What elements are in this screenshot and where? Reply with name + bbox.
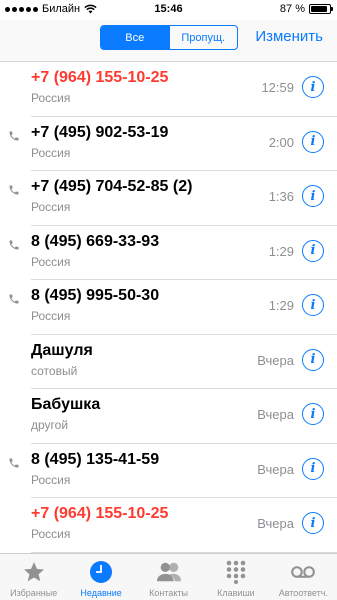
keypad-icon	[223, 559, 249, 585]
call-row[interactable]: +7 (964) 155-10-25 Россия Вчера i	[0, 498, 337, 553]
caller-label: Россия	[31, 145, 71, 160]
call-time: 1:29	[268, 243, 294, 259]
caller-name: +7 (495) 902-53-19	[31, 123, 169, 141]
edit-button[interactable]: Изменить	[255, 28, 323, 45]
call-row[interactable]: 8 (495) 669-33-93 Россия 1:29 i	[0, 226, 337, 281]
call-time: 1:36	[268, 189, 294, 204]
caller-name: 8 (495) 995-50-30	[31, 287, 160, 304]
info-icon[interactable]: i	[302, 457, 324, 480]
caller-label: сотовый	[31, 363, 78, 378]
call-time: Вчера	[257, 461, 294, 477]
call-row[interactable]: +7 (495) 704-52-85 (2) Россия 1:36 i	[0, 171, 337, 226]
recent-calls-list: +7 (964) 155-10-25 Россия 12:59 i +7 (495) 9…	[0, 62, 337, 553]
caller-label: Россия	[31, 254, 71, 269]
info-icon[interactable]: i	[302, 294, 324, 316]
caller-name: +7 (964) 155-10-25	[31, 505, 169, 522]
call-time: 2:00	[268, 134, 294, 150]
outgoing-call-icon	[9, 458, 19, 467]
outgoing-call-icon	[9, 131, 19, 140]
contacts-icon	[156, 559, 182, 585]
outgoing-call-icon	[9, 240, 19, 249]
call-row[interactable]: Бабушка другой Вчера i	[0, 389, 337, 444]
call-time: Вчера	[257, 352, 294, 368]
voicemail-icon	[290, 559, 316, 585]
caller-label: Россия	[31, 527, 71, 541]
clock-icon	[88, 559, 114, 585]
caller-label: Россия	[31, 200, 71, 214]
call-time: 12:59	[261, 80, 294, 95]
navigation-bar: Все Пропущ. Изменить	[0, 20, 337, 62]
caller-label: Россия	[31, 309, 71, 323]
tab-keypad[interactable]: Клавиши	[202, 554, 269, 600]
call-time: Вчера	[257, 407, 294, 422]
calls-filter-segmented-control: Все Пропущ.	[100, 25, 238, 50]
caller-label: Россия	[31, 91, 71, 105]
tab-star[interactable]: Избранные	[0, 554, 67, 600]
info-icon[interactable]: i	[302, 403, 324, 425]
status-bar: Билайн 15:46 87 %	[0, 0, 337, 20]
tab-bar: Избранные Недавние Контакты Клавиши Автоотве…	[0, 553, 337, 600]
call-row[interactable]: Дашуля сотовый Вчера i	[0, 335, 337, 390]
info-icon[interactable]: i	[302, 76, 324, 98]
tab-label: Автоответч.	[278, 588, 328, 598]
call-row[interactable]: 8 (495) 135-41-59 Россия Вчера i	[0, 444, 337, 499]
info-icon[interactable]: i	[302, 348, 324, 371]
info-icon[interactable]: i	[302, 239, 324, 262]
outgoing-call-icon	[9, 294, 19, 304]
star-icon	[21, 559, 47, 585]
call-row[interactable]: 8 (495) 995-50-30 Россия 1:29 i	[0, 280, 337, 335]
caller-name: Бабушка	[31, 396, 101, 413]
tab-label: Недавние	[80, 588, 122, 598]
caller-name: 8 (495) 669-33-93	[31, 232, 160, 250]
call-row[interactable]: +7 (495) 902-53-19 Россия 2:00 i	[0, 117, 337, 172]
segment-missed[interactable]: Пропущ.	[168, 26, 238, 49]
info-icon[interactable]: i	[302, 185, 324, 207]
tab-label: Клавиши	[217, 588, 255, 598]
battery-icon	[309, 4, 333, 14]
battery-fill	[311, 6, 327, 12]
tab-clock[interactable]: Недавние	[67, 554, 134, 600]
caller-name: +7 (964) 155-10-25	[31, 69, 169, 86]
info-icon[interactable]: i	[302, 130, 324, 153]
tab-contacts[interactable]: Контакты	[135, 554, 202, 600]
caller-name: +7 (495) 704-52-85 (2)	[31, 178, 193, 195]
caller-name: Дашуля	[31, 341, 93, 359]
outgoing-call-icon	[9, 185, 19, 195]
caller-label: Россия	[31, 472, 71, 487]
battery-percent: 87 %	[279, 3, 305, 15]
call-time: 1:29	[268, 298, 294, 313]
tab-voicemail[interactable]: Автоответч.	[270, 554, 337, 600]
tab-label: Избранные	[10, 588, 58, 598]
info-icon[interactable]: i	[302, 512, 324, 534]
segment-all[interactable]: Все	[101, 26, 169, 49]
call-row[interactable]: +7 (964) 155-10-25 Россия 12:59 i	[0, 62, 337, 117]
caller-name: 8 (495) 135-41-59	[31, 450, 160, 468]
tab-label: Контакты	[149, 588, 188, 598]
caller-label: другой	[31, 418, 69, 432]
call-time: Вчера	[257, 516, 294, 531]
